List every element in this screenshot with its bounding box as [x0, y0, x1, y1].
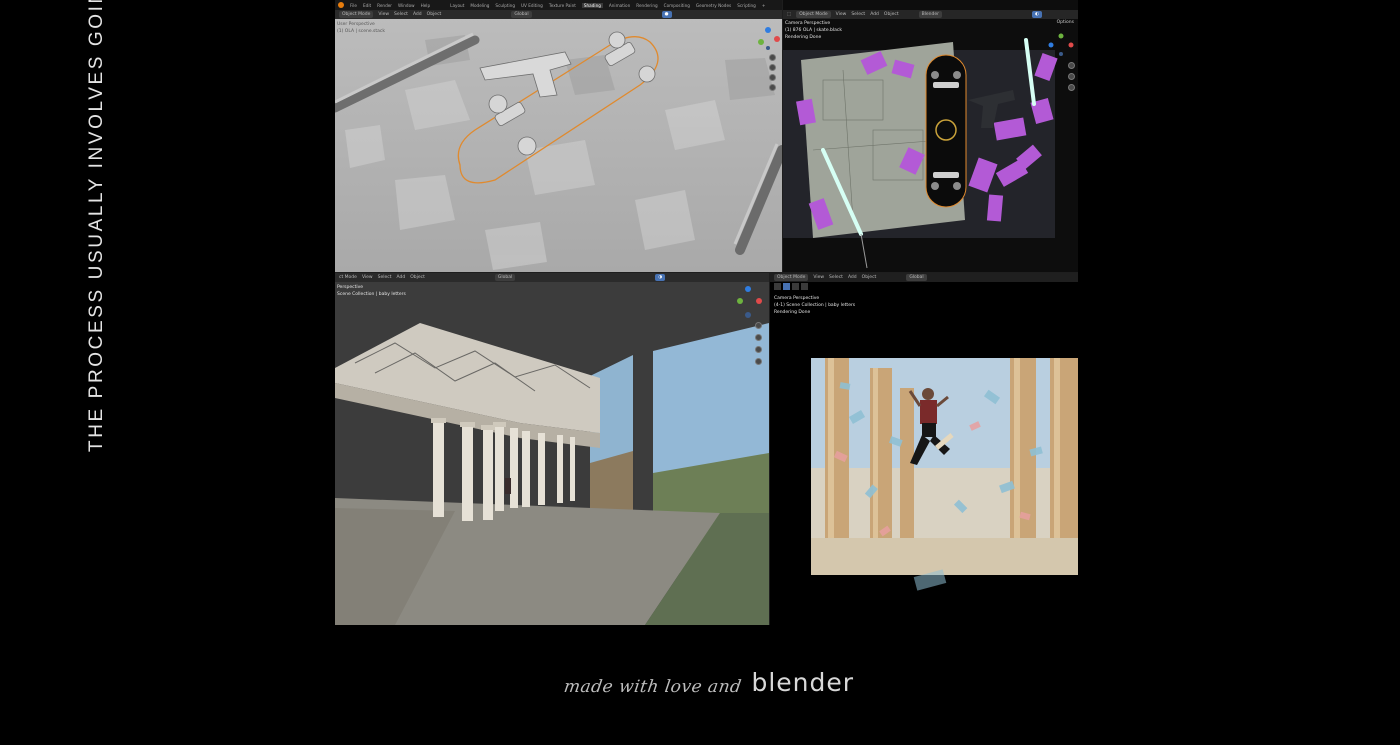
menu-add-tl[interactable]: Add	[413, 12, 422, 17]
mode-extend-icon[interactable]	[792, 283, 799, 290]
tab-rendering[interactable]: Rendering	[636, 3, 657, 8]
viewport-overlay-tl: User Perspective (1) OLA | scene.stack	[337, 21, 385, 35]
zoom-icon[interactable]	[1068, 62, 1075, 69]
axis-gizmo-icon[interactable]	[735, 285, 765, 319]
render-engine-select[interactable]: Blender	[918, 11, 943, 18]
cursor-tool-icon[interactable]: ⬚	[787, 12, 791, 17]
footer-blender-word: blender	[751, 668, 855, 697]
axis-gizmo-icon[interactable]	[753, 24, 782, 54]
menu-object-tl[interactable]: Object	[427, 12, 442, 17]
viewport-overlay-tr: Camera Perspective (1) 876 OLA | skate.b…	[785, 20, 842, 41]
overlay-line: Perspective	[337, 285, 364, 290]
solid-scene	[335, 0, 782, 272]
tab-uv-editing[interactable]: UV Editing	[521, 3, 543, 8]
add-workspace-icon[interactable]: +	[762, 3, 766, 8]
temple-scene	[335, 273, 769, 625]
mode-set-icon[interactable]	[783, 283, 790, 290]
camera-view-icon[interactable]	[769, 74, 776, 81]
menu-object-bl[interactable]: Object	[410, 275, 425, 280]
viewport-render-final: Object Mode View Select Add Object Globa…	[770, 273, 1078, 625]
menu-view-tr[interactable]: View	[836, 12, 847, 17]
overlay-line: (1) OLA | scene.stack	[337, 29, 385, 34]
mode-select-br[interactable]: Object Mode	[774, 274, 809, 281]
shading-solid-icon[interactable]: ●	[661, 11, 672, 18]
camera-view-icon[interactable]	[755, 346, 762, 353]
transform-orientation-br[interactable]: Global	[906, 274, 927, 281]
mode-select-tr[interactable]: Object Mode	[796, 11, 831, 18]
tool-header-br	[774, 283, 808, 290]
overlay-line: Camera Perspective	[785, 21, 831, 26]
tab-texture-paint[interactable]: Texture Paint	[549, 3, 576, 8]
zoom-icon[interactable]	[769, 54, 776, 61]
ortho-toggle-icon[interactable]	[769, 84, 776, 91]
render-final-scene	[770, 273, 1078, 625]
tab-layout[interactable]: Layout	[450, 3, 464, 8]
viewport-render-skateboard: ⬚ Object Mode View Select Add Object Ble…	[783, 0, 1078, 272]
pan-icon[interactable]	[755, 334, 762, 341]
side-title: THE PROCESS USUALLY INVOLVES GOING BACK …	[86, 0, 107, 452]
overlay-line: Camera Perspective	[774, 296, 820, 301]
options-dropdown[interactable]: Options	[1057, 20, 1074, 25]
pan-icon[interactable]	[1068, 73, 1075, 80]
menu-add-br[interactable]: Add	[848, 275, 857, 280]
zoom-icon[interactable]	[755, 322, 762, 329]
overlay-line: (1) 876 OLA | skate.black	[785, 28, 842, 33]
menu-object-br[interactable]: Object	[862, 275, 877, 280]
menu-view-br[interactable]: View	[813, 275, 824, 280]
shading-material-icon[interactable]: ◑	[655, 274, 666, 281]
menu-window[interactable]: Window	[398, 3, 415, 8]
transform-orientation-tl[interactable]: Global	[511, 11, 532, 18]
tab-geometry-nodes[interactable]: Geometry Nodes	[696, 3, 731, 8]
viewport-header-bl: ct Mode View Select Add Object Global ◑	[335, 273, 769, 282]
menu-select-tr[interactable]: Select	[851, 12, 865, 17]
tab-compositing[interactable]: Compositing	[664, 3, 690, 8]
menu-file[interactable]: File	[350, 3, 357, 8]
ortho-toggle-icon[interactable]	[755, 358, 762, 365]
overlay-line: Scene Collection | baby letters	[337, 292, 406, 297]
transform-orientation-bl[interactable]: Global	[494, 274, 516, 281]
menu-view-tl[interactable]: View	[378, 12, 389, 17]
menu-help[interactable]: Help	[421, 3, 431, 8]
footer-signature: made with love and blender	[562, 668, 855, 697]
menu-edit[interactable]: Edit	[363, 3, 371, 8]
viewport-header-tr: ⬚ Object Mode View Select Add Object Ble…	[783, 10, 1078, 19]
blender-topbar: File Edit Render Window Help Layout Mode…	[335, 0, 782, 10]
footer-script-text: made with love and	[562, 677, 743, 697]
menu-add-tr[interactable]: Add	[870, 12, 879, 17]
viewport-solid: File Edit Render Window Help Layout Mode…	[335, 0, 782, 272]
overlay-line: (4-1) Scene Collection | baby letters	[774, 303, 856, 308]
tab-sculpting[interactable]: Sculpting	[495, 3, 515, 8]
pan-icon[interactable]	[769, 64, 776, 71]
menu-view-bl[interactable]: View	[362, 275, 373, 280]
tab-scripting[interactable]: Scripting	[737, 3, 756, 8]
mode-select-tl[interactable]: Object Mode	[339, 11, 374, 18]
viewport-temple: ct Mode View Select Add Object Global ◑ …	[335, 273, 769, 625]
menu-select-tl[interactable]: Select	[394, 12, 408, 17]
viewport-header-br: Object Mode View Select Add Object Globa…	[770, 273, 1078, 282]
axis-gizmo-icon[interactable]	[1047, 32, 1075, 60]
tab-shading[interactable]: Shading	[581, 2, 603, 8]
viewport-header-tl: Object Mode View Select Add Object Globa…	[335, 10, 782, 19]
tab-modeling[interactable]: Modeling	[470, 3, 489, 8]
mode-subtract-icon[interactable]	[801, 283, 808, 290]
menu-select-bl[interactable]: Select	[378, 275, 392, 280]
overlay-line: User Perspective	[337, 22, 375, 27]
select-box-icon[interactable]	[774, 283, 781, 290]
menu-select-br[interactable]: Select	[829, 275, 843, 280]
camera-view-icon[interactable]	[1068, 84, 1075, 91]
menu-add-bl[interactable]: Add	[397, 275, 406, 280]
tab-animation[interactable]: Animation	[609, 3, 630, 8]
menu-object-tr[interactable]: Object	[884, 12, 899, 17]
blender-logo-icon[interactable]	[338, 2, 344, 8]
viewport-overlay-bl: Perspective Scene Collection | baby lett…	[337, 284, 406, 298]
overlay-line: Rendering Done	[785, 35, 822, 40]
shading-rendered-icon[interactable]: ◐	[1032, 11, 1042, 18]
blender-collage: File Edit Render Window Help Layout Mode…	[335, 0, 1078, 625]
viewport-overlay-br: Camera Perspective (4-1) Scene Collectio…	[774, 295, 855, 316]
menu-render[interactable]: Render	[377, 3, 392, 8]
mode-select-bl[interactable]: ct Mode	[339, 275, 357, 280]
overlay-line: Rendering Done	[774, 310, 811, 315]
